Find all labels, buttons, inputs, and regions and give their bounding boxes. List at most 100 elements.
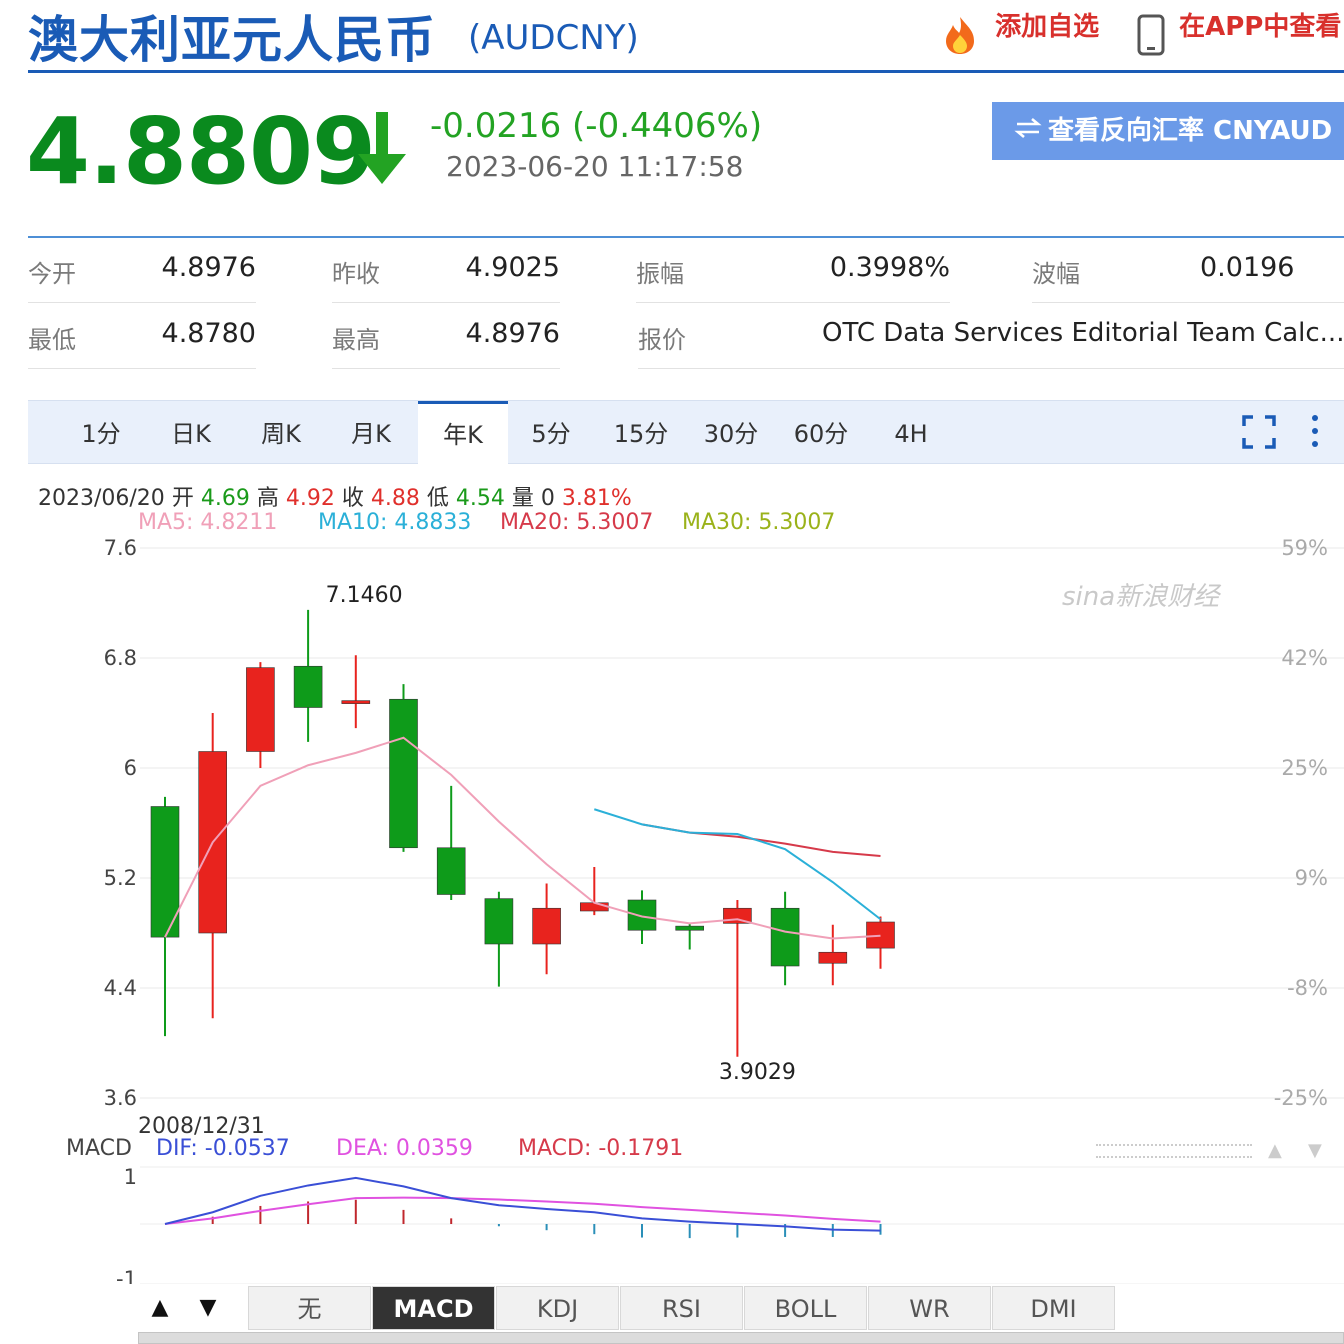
info-low: 4.54 xyxy=(455,486,505,511)
current-price: 4.8809 xyxy=(26,98,376,205)
candle-body xyxy=(770,907,800,967)
price-change: -0.0216 (-0.4406%) xyxy=(430,106,763,146)
period-tab-bar: 1分 日K 周K 月K 年K 5分 15分 30分 60分 4H xyxy=(28,400,1344,464)
view-in-app-label: 在APP中查看 xyxy=(1179,12,1342,42)
divider xyxy=(28,368,256,369)
stat-value-high: 4.8976 xyxy=(465,318,560,349)
y-tick-label: 4.4 xyxy=(104,976,137,1000)
tab-60min[interactable]: 60分 xyxy=(776,401,866,463)
stat-value-low: 4.8780 xyxy=(161,318,256,349)
macd-tick-label: -1 xyxy=(116,1267,137,1284)
tab-daily-k[interactable]: 日K xyxy=(146,401,236,463)
tab-monthly-k[interactable]: 月K xyxy=(326,401,416,463)
y-tick-label: 5.2 xyxy=(104,866,137,890)
candle-body xyxy=(866,921,895,949)
pct-tick-label: 59% xyxy=(1281,536,1328,560)
y-tick-label: 3.6 xyxy=(104,1086,137,1110)
pct-tick-label: 42% xyxy=(1281,646,1328,670)
info-low-label: 低 xyxy=(426,486,449,511)
info-high-label: 高 xyxy=(256,486,279,511)
indicator-tab-rsi[interactable]: RSI xyxy=(620,1286,743,1330)
divider xyxy=(332,302,560,303)
candlestick-chart[interactable]: 7.6 59% 6.8 42% 6 25% 5.2 9% 4.4 -8% 3.6 -25% 7.1460… xyxy=(0,530,1344,1120)
divider xyxy=(636,302,950,303)
divider xyxy=(332,368,560,369)
stats-divider xyxy=(28,236,1344,238)
swap-icon xyxy=(1014,103,1042,161)
add-watch-button[interactable]: 添加自选 xyxy=(938,12,1099,61)
divider xyxy=(1032,302,1344,303)
pct-tick-label: -25% xyxy=(1274,1086,1328,1110)
macd-dea: DEA: 0.0359 xyxy=(336,1136,473,1161)
stat-label-range: 波幅 xyxy=(1032,260,1080,288)
scroll-up-icon[interactable]: ▲ xyxy=(138,1286,182,1330)
max-price-label: 7.1460 xyxy=(326,583,403,608)
stat-value-range: 0.0196 xyxy=(1200,252,1295,283)
info-pct: 3.81% xyxy=(561,486,632,511)
indicator-tab-wr[interactable]: WR xyxy=(868,1286,991,1330)
candle-body xyxy=(627,899,657,931)
divider xyxy=(638,368,1344,369)
candle-info-line: 2023/06/20 开 4.69 高 4.92 收 4.88 低 4.54 量… xyxy=(38,480,632,512)
macd-chart[interactable]: 1 -1 xyxy=(0,1160,1344,1284)
indicator-tab-dmi[interactable]: DMI xyxy=(992,1286,1115,1330)
down-arrow-icon xyxy=(356,110,408,192)
y-tick-label: 7.6 xyxy=(104,536,137,560)
macd-label: MACD xyxy=(66,1136,132,1161)
stat-label-open: 今开 xyxy=(28,260,76,288)
stat-value-prev-close: 4.9025 xyxy=(465,252,560,283)
tab-30min[interactable]: 30分 xyxy=(686,401,776,463)
tab-1min[interactable]: 1分 xyxy=(56,401,146,463)
pct-tick-label: -8% xyxy=(1287,976,1328,1000)
info-vol-label: 量 xyxy=(511,486,534,511)
tab-4h[interactable]: 4H xyxy=(866,401,956,463)
info-open: 4.69 xyxy=(200,486,250,511)
info-date: 2023/06/20 xyxy=(38,486,165,511)
add-watch-label: 添加自选 xyxy=(995,12,1100,42)
y-tick-label: 6 xyxy=(124,756,137,780)
divider xyxy=(28,302,256,303)
range-slider[interactable] xyxy=(138,1332,1344,1344)
min-price-label: 3.9029 xyxy=(719,1060,796,1085)
macd-up-icon[interactable]: ▲ xyxy=(1268,1140,1282,1161)
page-title: 澳大利亚元人民币 xyxy=(28,11,436,69)
info-close: 4.88 xyxy=(370,486,420,511)
pct-tick-label: 25% xyxy=(1281,756,1328,780)
reverse-rate-button[interactable]: 查看反向汇率 CNYAUD xyxy=(992,102,1344,160)
tab-weekly-k[interactable]: 周K xyxy=(236,401,326,463)
indicator-tab-none[interactable]: 无 xyxy=(248,1286,371,1330)
fire-icon xyxy=(938,13,982,61)
stat-value-quote-source: OTC Data Services Editorial Team Calc... xyxy=(822,318,1342,348)
symbol-code: (AUDCNY) xyxy=(468,18,639,58)
candle-body xyxy=(675,925,705,931)
tab-yearly-k[interactable]: 年K xyxy=(418,401,508,464)
indicator-tab-boll[interactable]: BOLL xyxy=(744,1286,867,1330)
candle-body xyxy=(579,902,609,912)
view-in-app-button[interactable]: 在APP中查看 xyxy=(1136,12,1341,61)
indicator-tab-bar: ▲ ▼ 无 MACD KDJ RSI BOLL WR DMI xyxy=(138,1286,1138,1332)
indicator-tab-kdj[interactable]: KDJ xyxy=(496,1286,619,1330)
y-tick-label: 6.8 xyxy=(104,646,137,670)
macd-down-icon[interactable]: ▼ xyxy=(1308,1140,1322,1161)
indicator-tab-macd[interactable]: MACD xyxy=(372,1286,495,1330)
reverse-rate-label: 查看反向汇率 CNYAUD xyxy=(1048,116,1333,146)
stat-label-quote-source: 报价 xyxy=(638,326,686,354)
stat-value-open: 4.8976 xyxy=(161,252,256,283)
quote-timestamp: 2023-06-20 11:17:58 xyxy=(446,150,744,183)
tab-15min[interactable]: 15分 xyxy=(596,401,686,463)
dif-line xyxy=(164,1176,881,1232)
macd-scroll-handle[interactable] xyxy=(1096,1144,1252,1158)
tab-5min[interactable]: 5分 xyxy=(506,401,596,463)
more-options-icon[interactable] xyxy=(1308,413,1322,453)
candle-body xyxy=(341,700,371,704)
candle-body xyxy=(818,951,848,964)
pct-tick-label: 9% xyxy=(1295,866,1328,890)
scroll-down-icon[interactable]: ▼ xyxy=(186,1286,230,1330)
info-high: 4.92 xyxy=(285,486,335,511)
candle-body xyxy=(484,898,514,945)
sina-watermark: sina新浪财经 xyxy=(1062,582,1220,612)
fullscreen-icon[interactable] xyxy=(1242,415,1276,453)
candle-body xyxy=(293,665,323,708)
stat-label-prev-close: 昨收 xyxy=(332,260,380,288)
dea-line xyxy=(164,1196,881,1225)
